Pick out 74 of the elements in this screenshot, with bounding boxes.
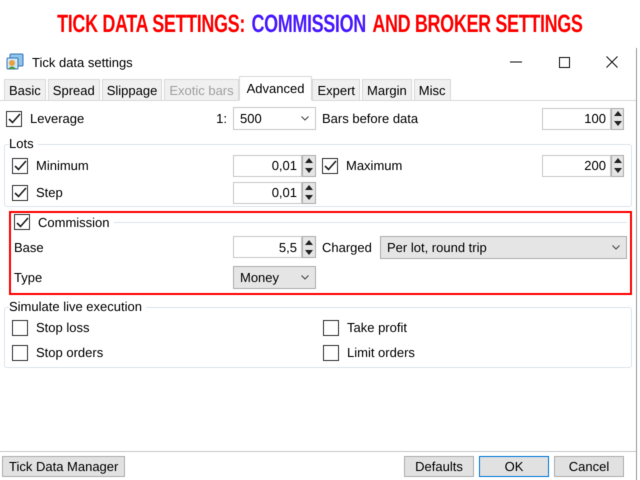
tab[interactable]: Spread <box>48 79 100 101</box>
spin-down-button[interactable] <box>303 247 315 257</box>
checkbox-label: Stop orders <box>36 345 104 360</box>
dropdown[interactable]: Money <box>233 266 316 288</box>
spin-up-button[interactable] <box>303 182 315 192</box>
maximize-icon <box>558 56 570 68</box>
caret-up-icon <box>614 111 622 116</box>
caret-up-icon <box>305 158 313 163</box>
tab[interactable]: Advanced <box>238 76 312 101</box>
spin-down-button[interactable] <box>303 192 315 202</box>
spin-down-button[interactable] <box>303 166 315 176</box>
minimize-icon <box>510 61 522 63</box>
number-field[interactable]: 100 <box>542 108 611 130</box>
checkbox-label: Stop loss <box>36 320 90 335</box>
checkbox[interactable] <box>12 158 28 174</box>
window-title: Tick data settings <box>32 54 134 70</box>
field-label: Bars before data <box>322 111 420 126</box>
checkbox-label: Commission <box>38 214 110 230</box>
banner-title: COMMISSION <box>252 10 366 38</box>
dropdown[interactable]: Per lot, round trip <box>380 236 627 258</box>
checkbox-label: Limit orders <box>347 345 415 360</box>
caret-up-icon <box>614 158 622 163</box>
caret-down-icon <box>305 195 313 200</box>
tick-data-manager-button[interactable]: Tick Data Manager <box>2 456 126 476</box>
checkbox-label: Leverage <box>30 111 84 126</box>
number-field[interactable]: 200 <box>542 154 611 176</box>
chevron-down-icon <box>612 244 620 250</box>
ratio-label: 1: <box>216 111 227 126</box>
spin-up-button[interactable] <box>303 156 315 166</box>
checkbox-label: Step <box>36 185 63 200</box>
dialog-button[interactable]: OK <box>479 456 549 476</box>
checkbox[interactable] <box>6 110 22 126</box>
caret-down-icon <box>305 168 313 173</box>
banner-title: TICK DATA SETTINGS: <box>57 10 246 38</box>
checkbox[interactable] <box>14 214 30 230</box>
checkbox[interactable] <box>12 344 28 360</box>
field-label: Base <box>14 240 45 254</box>
checkbox[interactable] <box>323 344 339 360</box>
tab[interactable]: Slippage <box>102 79 162 101</box>
number-field[interactable]: 0,01 <box>233 154 302 176</box>
chevron-down-icon <box>301 274 309 280</box>
group-title: Lots <box>9 136 35 152</box>
spin-up-button[interactable] <box>612 108 623 118</box>
chevron-down-icon <box>301 116 309 121</box>
close-icon <box>606 56 618 68</box>
caret-down-icon <box>614 121 622 126</box>
dialog-button[interactable]: Defaults <box>404 456 474 476</box>
field-label: Type <box>14 270 44 284</box>
number-field[interactable]: 5,5 <box>233 236 302 258</box>
banner-title: AND BROKER SETTINGS <box>372 10 583 38</box>
field-label: Charged <box>322 240 373 254</box>
checkbox[interactable] <box>12 320 28 336</box>
group-title: Simulate live execution <box>9 299 143 315</box>
checkbox-label: Take profit <box>347 320 407 335</box>
number-field[interactable]: 0,01 <box>233 182 302 204</box>
app-icon <box>6 53 24 71</box>
tab[interactable]: Basic <box>4 79 46 101</box>
checkbox-label: Maximum <box>346 158 402 173</box>
checkbox[interactable] <box>322 158 338 174</box>
checkbox[interactable] <box>12 184 28 200</box>
tab[interactable]: Expert <box>312 79 360 101</box>
checkbox[interactable] <box>323 320 339 336</box>
tab[interactable]: Margin <box>362 79 412 101</box>
dialog-button[interactable]: Cancel <box>554 456 624 476</box>
caret-up-icon <box>305 240 313 244</box>
spin-up-button[interactable] <box>612 156 623 166</box>
caret-down-icon <box>305 250 313 254</box>
checkbox-label: Minimum <box>36 158 89 173</box>
dropdown[interactable]: 500 <box>233 107 316 130</box>
caret-down-icon <box>614 168 622 173</box>
spin-down-button[interactable] <box>612 166 623 176</box>
spin-down-button[interactable] <box>612 118 623 128</box>
caret-up-icon <box>305 185 313 190</box>
tab[interactable]: Misc <box>414 79 451 101</box>
